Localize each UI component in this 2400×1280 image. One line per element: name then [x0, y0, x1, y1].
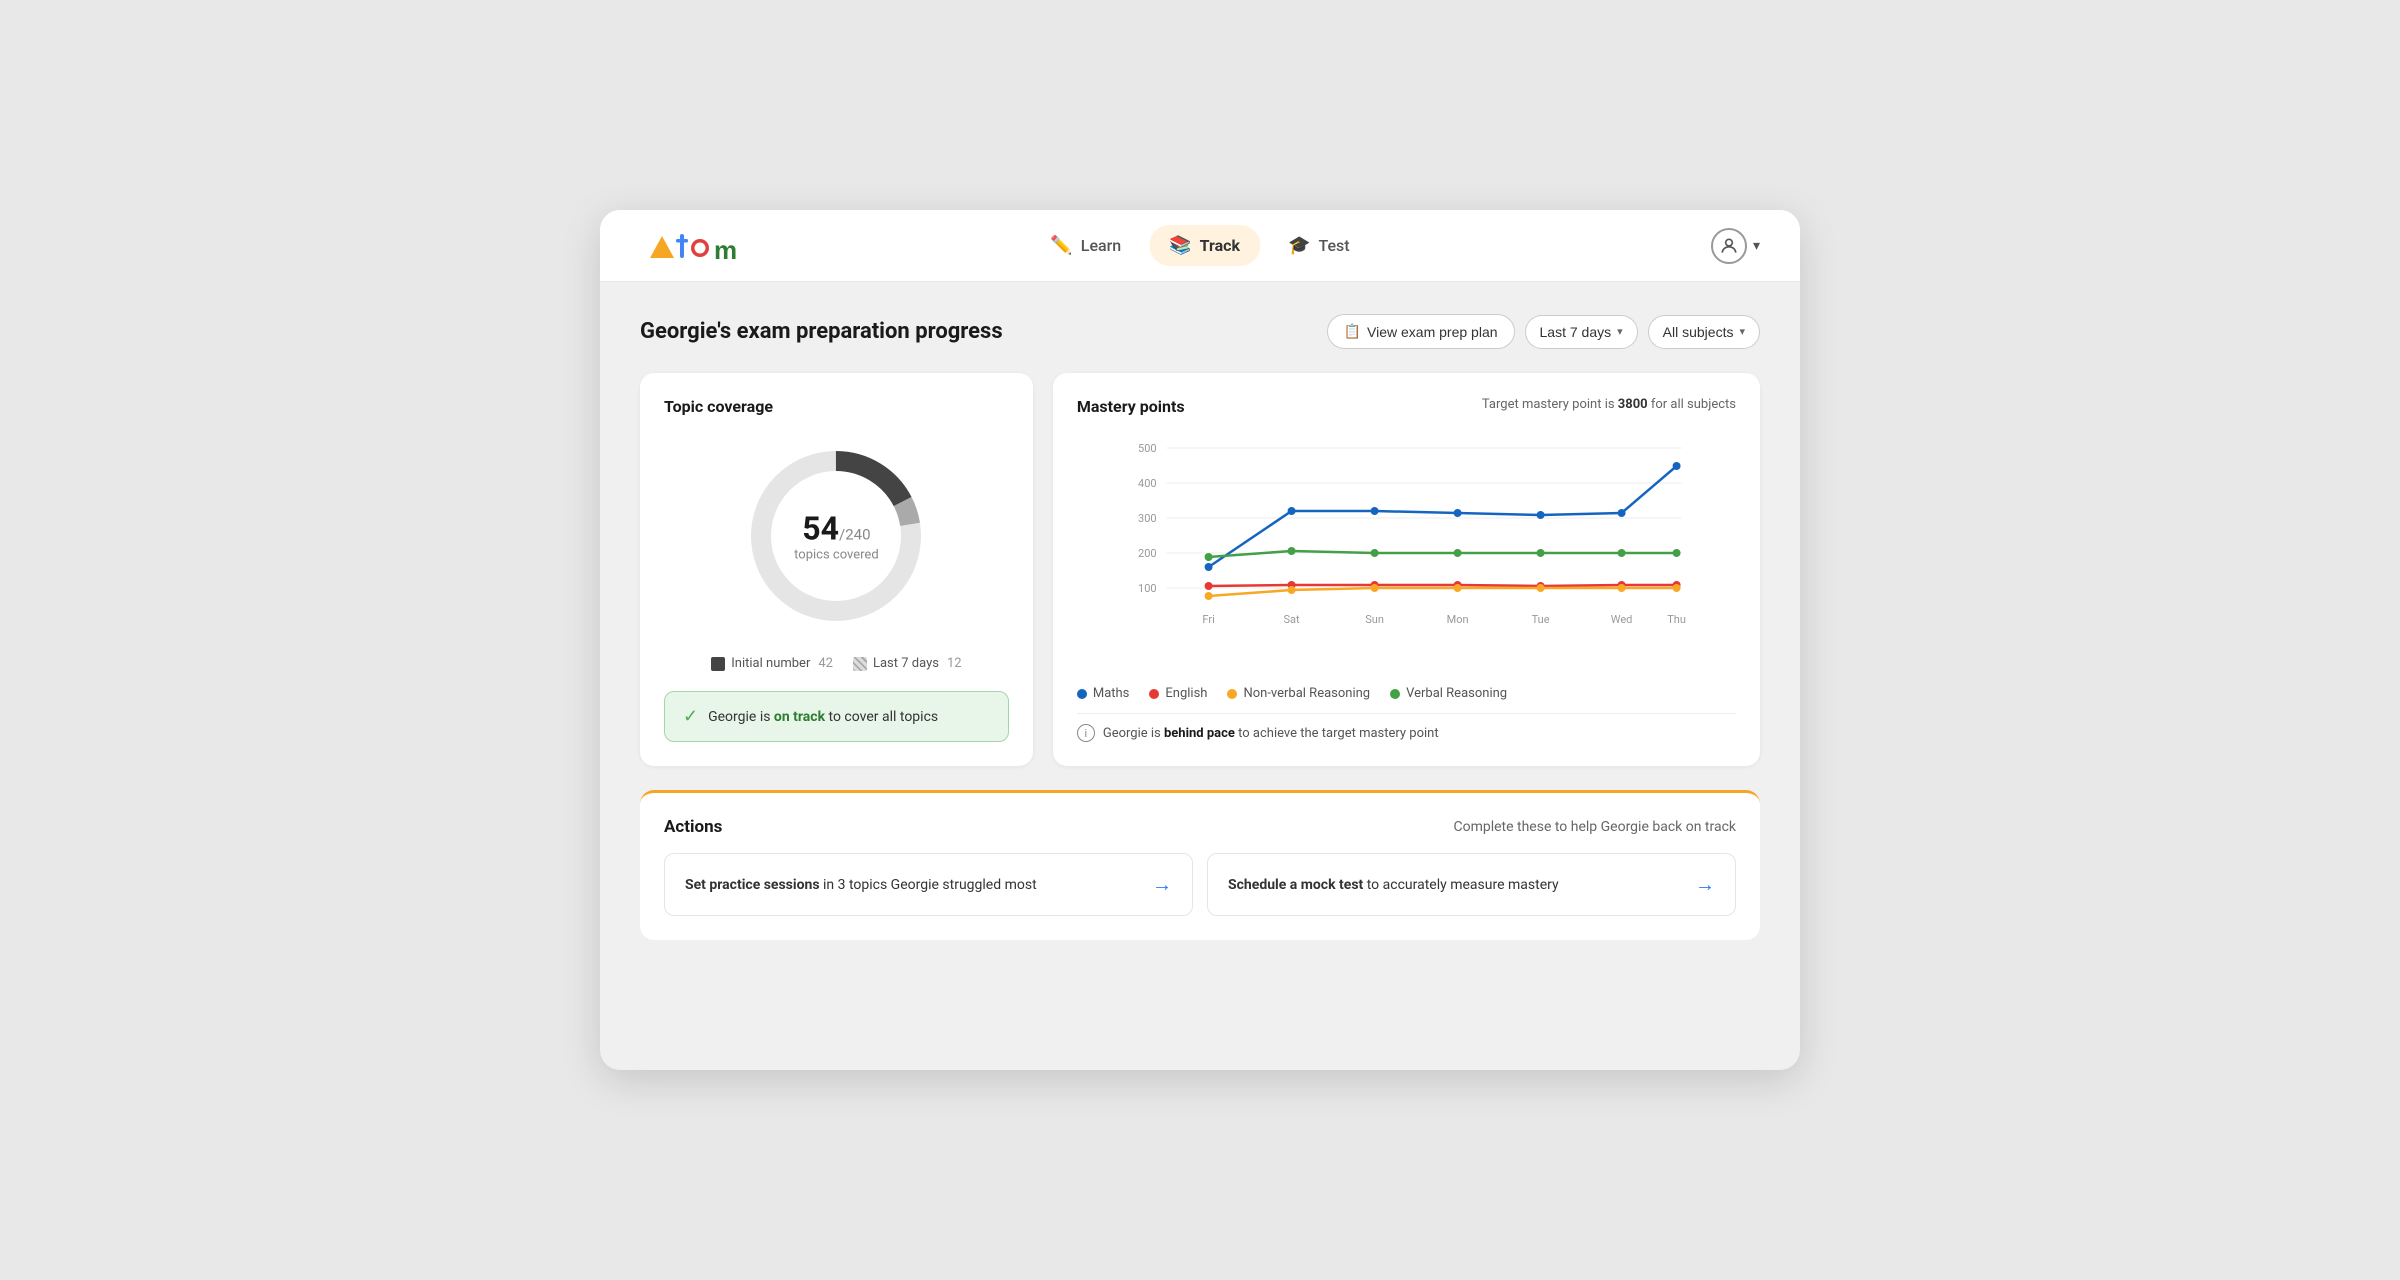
svg-text:Wed: Wed: [1611, 613, 1633, 626]
nav-learn[interactable]: ✏️ Learn: [1030, 225, 1141, 266]
mastery-header: Mastery points Target mastery point is 3…: [1077, 397, 1736, 416]
nav-track-label: Track: [1200, 236, 1240, 255]
nav-test[interactable]: 🎓 Test: [1268, 225, 1370, 266]
mastery-title: Mastery points: [1077, 397, 1185, 416]
subject-filter-chevron: ▾: [1739, 325, 1745, 338]
header: m ✏️ Learn 📚 Track 🎓 Test: [600, 210, 1800, 282]
info-icon: i: [1077, 724, 1095, 742]
donut-label: topics covered: [794, 548, 878, 563]
legend-nvr: Non-verbal Reasoning: [1227, 686, 1370, 701]
main-content: Georgie's exam preparation progress 📋 Vi…: [600, 282, 1800, 1070]
track-icon: 📚: [1169, 235, 1191, 256]
app-window: m ✏️ Learn 📚 Track 🎓 Test: [600, 210, 1800, 1070]
legend-last7-box: [853, 657, 867, 671]
donut-wrapper: 54/240 topics covered Initial number 42: [664, 436, 1009, 742]
mock-arrow-icon: →: [1695, 872, 1715, 897]
action-mock-test[interactable]: Schedule a mock test to accurately measu…: [1207, 853, 1736, 916]
action-mock-text: Schedule a mock test to accurately measu…: [1228, 877, 1559, 893]
svg-text:Mon: Mon: [1446, 613, 1468, 626]
maths-label: Maths: [1093, 686, 1130, 701]
mastery-target: Target mastery point is 3800 for all sub…: [1482, 397, 1736, 412]
actions-subtitle: Complete these to help Georgie back on t…: [1453, 819, 1736, 835]
page-header: Georgie's exam preparation progress 📋 Vi…: [640, 314, 1760, 349]
vr-dot: [1390, 689, 1400, 699]
topic-coverage-card: Topic coverage 54/24: [640, 373, 1033, 766]
behind-pace-banner: i Georgie is behind pace to achieve the …: [1077, 713, 1736, 742]
date-filter-label: Last 7 days: [1540, 324, 1612, 340]
legend-last7: Last 7 days 12: [853, 656, 962, 671]
svg-text:500: 500: [1138, 442, 1157, 455]
legend-initial: Initial number 42: [711, 656, 833, 671]
subject-filter[interactable]: All subjects ▾: [1648, 315, 1760, 349]
donut-chart: 54/240 topics covered: [736, 436, 936, 636]
legend-initial-box: [711, 657, 725, 671]
user-menu[interactable]: ▾: [1711, 228, 1760, 264]
legend-last7-label: Last 7 days: [873, 656, 939, 671]
nav-track[interactable]: 📚 Track: [1149, 225, 1260, 266]
date-filter-chevron: ▾: [1617, 325, 1623, 338]
donut-center: 54/240 topics covered: [794, 510, 878, 563]
english-label: English: [1165, 686, 1207, 701]
view-plan-button[interactable]: 📋 View exam prep plan: [1327, 314, 1515, 349]
legend-last7-count: 12: [947, 656, 962, 671]
actions-title: Actions: [664, 817, 722, 837]
svg-text:Tue: Tue: [1531, 613, 1549, 626]
user-menu-chevron: ▾: [1753, 238, 1760, 254]
topic-coverage-title: Topic coverage: [664, 397, 1009, 416]
chart-legend: Maths English Non-verbal Reasoning Verba…: [1077, 686, 1736, 701]
svg-text:Sun: Sun: [1365, 613, 1384, 626]
on-track-text: Georgie is on track to cover all topics: [708, 709, 938, 725]
on-track-banner: ✓ Georgie is on track to cover all topic…: [664, 691, 1009, 742]
svg-text:Fri: Fri: [1202, 613, 1214, 626]
svg-text:Sat: Sat: [1283, 613, 1300, 626]
chart-area: 500 400 300 200 100 Fri Sat Sun Mon Tue …: [1077, 428, 1736, 674]
nav-test-label: Test: [1318, 236, 1349, 255]
svg-text:200: 200: [1138, 547, 1157, 560]
actions-section: Actions Complete these to help Georgie b…: [640, 790, 1760, 940]
svg-text:300: 300: [1138, 512, 1157, 525]
nvr-label: Non-verbal Reasoning: [1243, 686, 1370, 701]
svg-text:400: 400: [1138, 477, 1157, 490]
cards-row: Topic coverage 54/24: [640, 373, 1760, 766]
learn-icon: ✏️: [1050, 235, 1072, 256]
main-nav: ✏️ Learn 📚 Track 🎓 Test: [1030, 225, 1369, 266]
legend-initial-label: Initial number: [731, 656, 810, 671]
logo: m: [640, 226, 760, 266]
nav-learn-label: Learn: [1081, 236, 1121, 255]
action-practice-text: Set practice sessions in 3 topics Georgi…: [685, 877, 1037, 893]
legend-initial-count: 42: [818, 656, 833, 671]
donut-number: 54/240: [794, 510, 878, 548]
mastery-card: Mastery points Target mastery point is 3…: [1053, 373, 1760, 766]
date-filter[interactable]: Last 7 days ▾: [1525, 315, 1638, 349]
vr-label: Verbal Reasoning: [1406, 686, 1507, 701]
check-icon: ✓: [683, 706, 698, 727]
legend-maths: Maths: [1077, 686, 1130, 701]
page-actions: 📋 View exam prep plan Last 7 days ▾ All …: [1327, 314, 1760, 349]
legend-english: English: [1149, 686, 1207, 701]
svg-text:100: 100: [1138, 582, 1157, 595]
calendar-icon: 📋: [1344, 323, 1361, 340]
nvr-dot: [1227, 689, 1237, 699]
page-title: Georgie's exam preparation progress: [640, 319, 1003, 344]
action-practice-sessions[interactable]: Set practice sessions in 3 topics Georgi…: [664, 853, 1193, 916]
practice-arrow-icon: →: [1152, 872, 1172, 897]
legend-vr: Verbal Reasoning: [1390, 686, 1507, 701]
svg-text:m: m: [714, 235, 737, 265]
maths-dot: [1077, 689, 1087, 699]
avatar: [1711, 228, 1747, 264]
svg-text:Thu: Thu: [1667, 613, 1686, 626]
english-dot: [1149, 689, 1159, 699]
actions-header: Actions Complete these to help Georgie b…: [664, 817, 1736, 837]
test-icon: 🎓: [1288, 235, 1310, 256]
behind-text: Georgie is behind pace to achieve the ta…: [1103, 726, 1439, 741]
actions-cards: Set practice sessions in 3 topics Georgi…: [664, 853, 1736, 916]
subject-filter-label: All subjects: [1663, 324, 1734, 340]
donut-legend: Initial number 42 Last 7 days 12: [711, 656, 961, 671]
view-plan-label: View exam prep plan: [1367, 324, 1497, 340]
